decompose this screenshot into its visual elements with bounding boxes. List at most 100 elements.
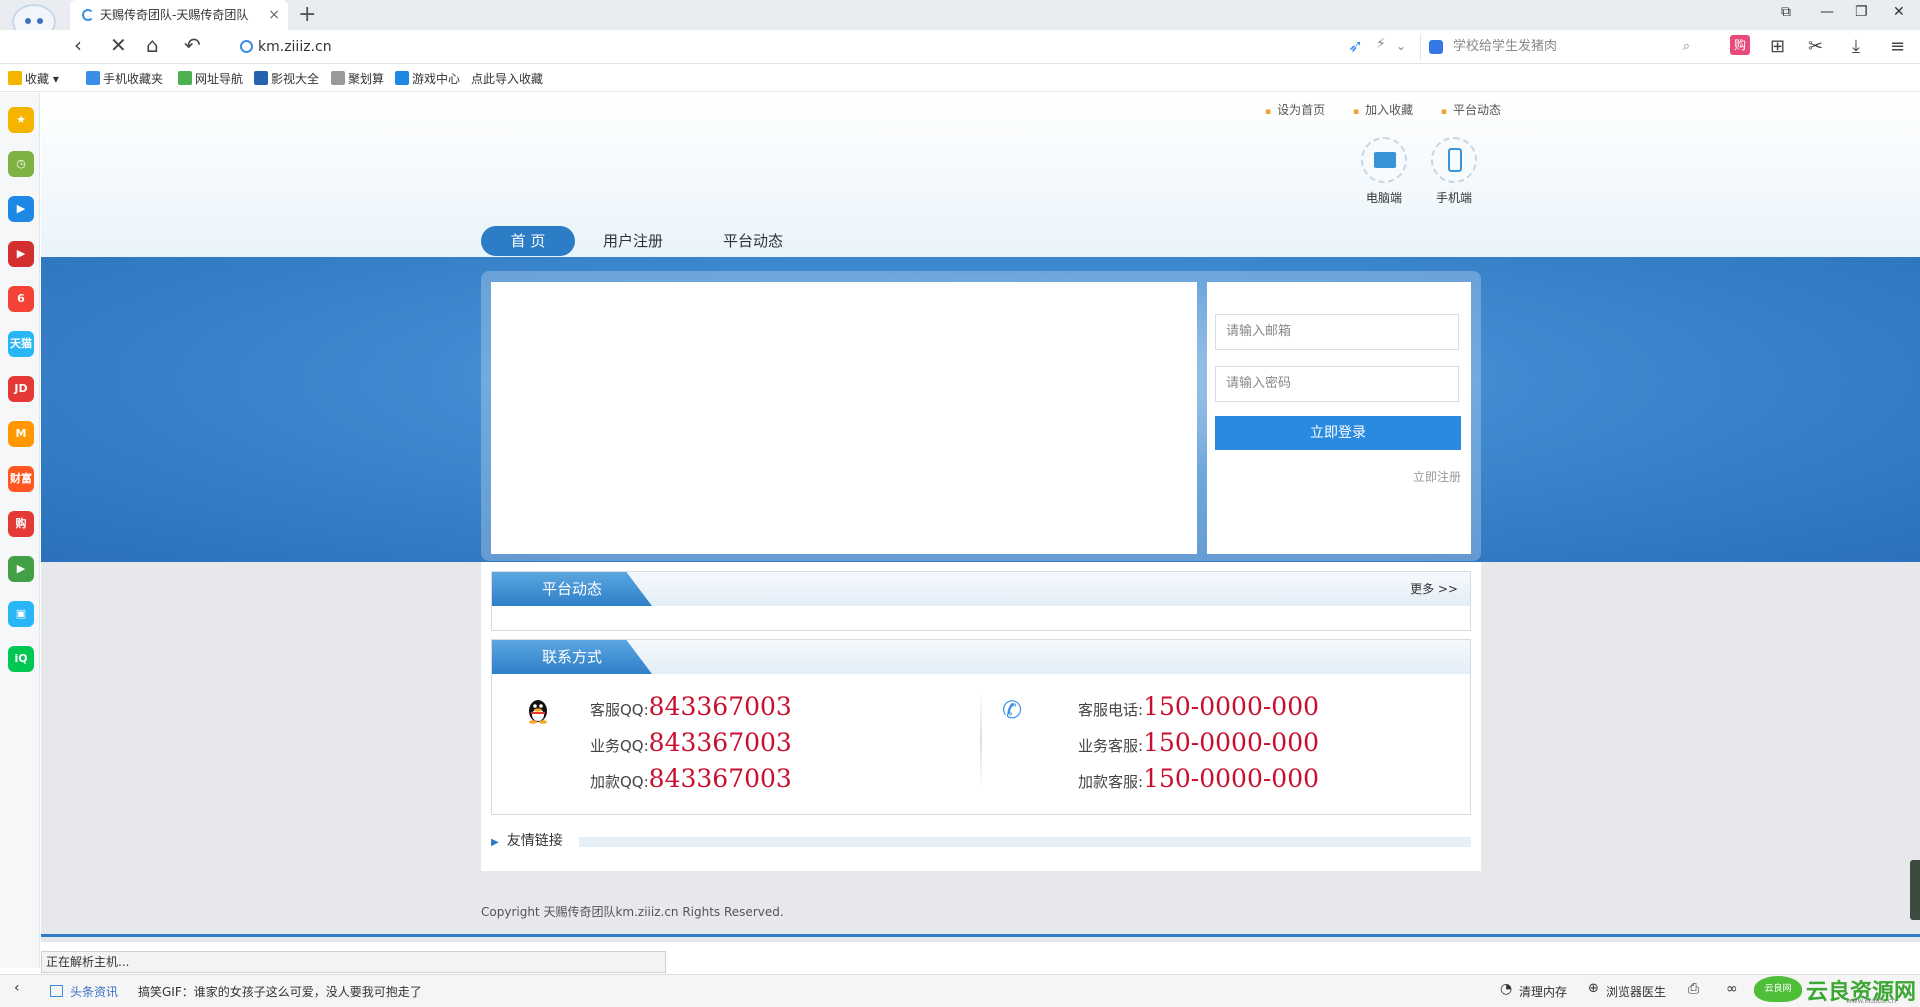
scissors-icon[interactable]: ✂ xyxy=(1808,36,1823,57)
search-icon[interactable]: ⌕ xyxy=(1683,34,1690,60)
bookmark-deal[interactable]: 聚划算 xyxy=(331,70,384,87)
contact-panel-header: 联系方式 xyxy=(492,640,1470,674)
password-field[interactable]: 请输入密码 xyxy=(1215,366,1459,402)
browser-doctor[interactable]: 浏览器医生 xyxy=(1606,983,1666,1000)
clean-memory[interactable]: 清理内存 xyxy=(1519,983,1567,1000)
security-shield-icon xyxy=(240,40,253,53)
set-homepage-link[interactable]: 设为首页 xyxy=(1265,103,1325,117)
loading-status: 正在解析主机... xyxy=(41,951,666,973)
news-panel: 平台动态 更多 >> xyxy=(491,571,1471,631)
email-field[interactable]: 请输入邮箱 xyxy=(1215,314,1459,350)
bookmark-favorites[interactable]: 收藏 ▾ xyxy=(8,70,59,87)
side-scroll-handle[interactable] xyxy=(1910,860,1920,920)
news-panel-title: 平台动态 xyxy=(492,572,652,606)
nav-news[interactable]: 平台动态 xyxy=(713,226,793,256)
link-icon[interactable]: ∞ xyxy=(1726,981,1738,997)
site-footer: Copyright 天赐传奇团队km.ziiiz.cn Rights Reser… xyxy=(41,877,1920,937)
search-placeholder: 学校给学生发猪肉 xyxy=(1453,39,1558,54)
bilibili-icon[interactable]: ▣ xyxy=(8,601,34,627)
rocket-icon[interactable]: ➶ xyxy=(1348,36,1363,57)
collapse-sidebar-icon[interactable]: ‹ xyxy=(14,980,20,996)
history-clock-icon[interactable]: ◷ xyxy=(8,151,34,177)
web-page: 设为首页 加入收藏 平台动态 电脑端 手机端 首 页 用户注册 平台动态 请输入… xyxy=(41,93,1920,942)
tmall-icon[interactable]: 天猫 xyxy=(8,331,34,357)
bookmark-mobile[interactable]: 手机收藏夹 xyxy=(86,70,163,87)
nav-icon xyxy=(178,71,192,85)
title-bar: 天赐传奇团队-天赐传奇团队 × + ⧉ — ❐ ✕ xyxy=(0,0,1920,30)
weibo-icon[interactable]: 6 xyxy=(8,286,34,312)
password-placeholder: 请输入密码 xyxy=(1226,376,1292,391)
film-icon xyxy=(254,71,268,85)
phone-business: 业务客服:150-0000-000 xyxy=(1078,728,1320,757)
qq-business: 业务QQ:843367003 xyxy=(590,728,792,757)
mobile-client-link[interactable]: 手机端 xyxy=(1429,137,1479,206)
mobile-label: 手机端 xyxy=(1435,191,1472,205)
login-submit-button[interactable]: 立即登录 xyxy=(1215,416,1461,450)
top-links: 设为首页 加入收藏 平台动态 xyxy=(1265,101,1525,118)
menu-icon[interactable]: ≡ xyxy=(1890,36,1905,57)
bookmark-film[interactable]: 影视大全 xyxy=(254,70,319,87)
platform-news-link[interactable]: 平台动态 xyxy=(1441,103,1501,117)
register-link[interactable]: 立即注册 xyxy=(1413,468,1461,485)
desktop-icon xyxy=(1361,137,1407,183)
news-icon xyxy=(50,985,63,997)
finance-icon[interactable]: 财富 xyxy=(8,466,34,492)
maximize-icon[interactable]: ❐ xyxy=(1855,4,1868,20)
apps-grid-icon[interactable]: ⊞ xyxy=(1770,36,1785,57)
download-icon[interactable]: ⤓ xyxy=(1852,36,1860,57)
banner-slider[interactable] xyxy=(491,282,1197,554)
new-tab-button[interactable]: + xyxy=(298,2,316,27)
friend-links: ▶ 友情链接 xyxy=(491,830,1471,850)
youku-icon[interactable]: ▶ xyxy=(8,241,34,267)
nav-register[interactable]: 用户注册 xyxy=(593,226,673,256)
navigation-bar: ‹ ✕ ⌂ ↶ km.ziiiz.cn ➶ ⚡ ⌄ 学校给学生发猪肉 ⌕ 购 ⊞… xyxy=(0,30,1920,64)
shopping-icon[interactable]: 购 xyxy=(8,511,34,537)
game-icon xyxy=(395,71,409,85)
tab-close-icon[interactable]: × xyxy=(268,0,280,30)
news-headline[interactable]: 搞笑GIF：谁家的女孩子这么可爱，没人要我可抱走了 xyxy=(138,983,422,1000)
bookmarks-bar: 收藏 ▾ 手机收藏夹 网址导航 影视大全 聚划算 游戏中心 点此导入收藏 xyxy=(0,64,1920,92)
loading-spinner-icon xyxy=(82,9,94,21)
bookmark-games[interactable]: 游戏中心 xyxy=(395,70,460,87)
favorites-star-icon[interactable]: ★ xyxy=(8,107,34,133)
news-panel-header: 平台动态 更多 >> xyxy=(492,572,1470,606)
video-play-icon[interactable]: ▶ xyxy=(8,196,34,222)
jd-icon[interactable]: JD xyxy=(8,376,34,402)
bookmark-nav[interactable]: 网址导航 xyxy=(178,70,243,87)
close-icon[interactable]: ✕ xyxy=(1893,4,1905,20)
address-bar[interactable]: km.ziiiz.cn xyxy=(236,36,1336,58)
tencent-video-icon[interactable]: ▶ xyxy=(8,556,34,582)
flash-icon[interactable]: ⚡ xyxy=(1376,36,1386,52)
watermark-url: www.kubbs.cn xyxy=(1846,997,1897,1005)
phone-icon: ✆ xyxy=(1002,696,1023,724)
address-text: km.ziiiz.cn xyxy=(258,39,332,55)
desktop-label: 电脑端 xyxy=(1365,191,1402,205)
stop-icon[interactable]: ✕ xyxy=(110,33,127,57)
desktop-client-link[interactable]: 电脑端 xyxy=(1359,137,1409,206)
bookmark-import[interactable]: 点此导入收藏 xyxy=(471,70,543,87)
chevron-down-icon[interactable]: ⌄ xyxy=(1396,39,1406,53)
mgtv-icon[interactable]: M xyxy=(8,421,34,447)
phone-icon xyxy=(86,71,100,85)
phone-support: 客服电话:150-0000-000 xyxy=(1078,692,1320,721)
browser-tab[interactable]: 天赐传奇团队-天赐传奇团队 × xyxy=(70,0,288,30)
news-label[interactable]: 头条资讯 xyxy=(70,983,118,1000)
more-link[interactable]: 更多 >> xyxy=(1410,580,1458,597)
restore-icon[interactable]: ⧉ xyxy=(1781,4,1791,20)
contact-panel-title: 联系方式 xyxy=(492,640,652,674)
nav-home[interactable]: 首 页 xyxy=(481,226,575,256)
mobile-icon xyxy=(1431,137,1477,183)
minimize-icon[interactable]: — xyxy=(1820,4,1834,20)
home-icon[interactable]: ⌂ xyxy=(146,33,159,57)
undo-icon[interactable]: ↶ xyxy=(184,33,201,57)
iqiyi-icon[interactable]: iQ xyxy=(8,646,34,672)
doctor-icon: ⊕ xyxy=(1588,981,1599,996)
qq-support: 客服QQ:843367003 xyxy=(590,692,792,721)
add-favorite-link[interactable]: 加入收藏 xyxy=(1353,103,1413,117)
shopping-icon[interactable]: 购 xyxy=(1730,35,1750,55)
search-input[interactable]: 学校给学生发猪肉 ⌕ xyxy=(1420,34,1700,60)
qq-penguin-icon xyxy=(529,700,547,724)
main-nav: 首 页 用户注册 平台动态 xyxy=(41,217,1920,257)
printer-icon[interactable]: ⎙ xyxy=(1688,981,1699,997)
back-icon[interactable]: ‹ xyxy=(74,33,82,57)
